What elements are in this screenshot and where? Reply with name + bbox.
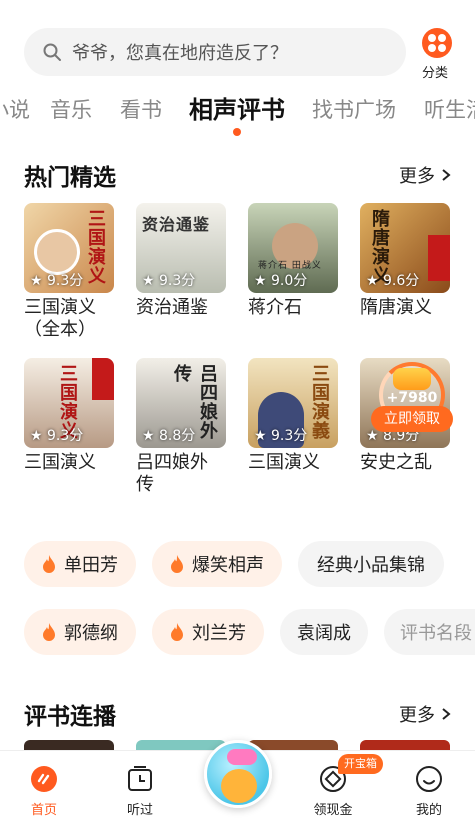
nav-label: 首页 xyxy=(30,803,57,818)
tag-label: 单田芳 xyxy=(64,555,118,576)
book-card[interactable]: 三国演义 ★ 9.3分 三国演义 xyxy=(24,358,116,474)
cover-title: 资治通鉴 xyxy=(142,215,211,234)
tag-chip[interactable]: 郭德纲 xyxy=(24,609,136,655)
tag-chip[interactable]: 爆笑相声 xyxy=(152,541,282,587)
book-card[interactable]: 资治通鉴 ★ 9.3分 资治通鉴 xyxy=(136,203,228,319)
rating-value: 9.3分 xyxy=(271,428,308,444)
search-placeholder: 爷爷，您真在地府造反了？ xyxy=(72,43,288,64)
book-title: 安史之乱 xyxy=(360,452,432,473)
rating: ★ 9.3分 xyxy=(142,273,196,289)
book-cover: 三国演義 ★ 9.3分 xyxy=(248,358,338,448)
cover-title: 三国演义 xyxy=(85,209,106,285)
treasure-chest-icon xyxy=(393,368,431,390)
rating-value: 9.3分 xyxy=(47,273,84,289)
tag-label: 郭德纲 xyxy=(64,623,118,644)
tab-reading[interactable]: 看书 xyxy=(120,94,162,124)
flame-icon xyxy=(43,623,55,641)
reward-bubble[interactable]: +7980 立即领取 xyxy=(371,362,453,440)
tag-chip[interactable]: 经典小品集锦 xyxy=(298,541,444,587)
search-bar[interactable]: 爷爷，您真在地府造反了？ xyxy=(24,28,406,76)
book-title: 蒋介石 xyxy=(248,297,302,318)
tag-label: 袁阔成 xyxy=(297,623,351,644)
tab-life[interactable]: 听生活 xyxy=(424,94,475,124)
book-cover: 资治通鉴 ★ 9.3分 xyxy=(136,203,226,293)
category-grid-icon xyxy=(422,28,452,58)
flame-icon xyxy=(171,555,183,573)
flame-icon xyxy=(43,555,55,573)
tag-label: 经典小品集锦 xyxy=(317,555,425,576)
rating-value: 9.6分 xyxy=(383,273,420,289)
reward-amount: +7980 xyxy=(386,390,438,406)
rating: ★ 9.3分 xyxy=(30,428,84,444)
more-label: 更多 xyxy=(399,705,435,726)
nav-home[interactable]: 首页 xyxy=(14,765,74,818)
tab-book-plaza[interactable]: 找书广场 xyxy=(312,94,396,124)
rating: ★ 9.6分 xyxy=(366,273,420,289)
history-clock-icon xyxy=(128,766,152,791)
rating: ★ 9.0分 xyxy=(254,273,308,289)
nav-listened[interactable]: 听过 xyxy=(110,765,170,818)
book-card[interactable]: 三国演义 ★ 9.3分 三国演义 （全本） xyxy=(24,203,116,341)
rating: ★ 9.3分 xyxy=(30,273,84,289)
book-card[interactable]: 三国演義 ★ 9.3分 三国演义 xyxy=(248,358,340,474)
search-icon xyxy=(43,43,61,61)
nav-mine[interactable]: 我的 xyxy=(399,765,459,818)
tag-chip[interactable]: 单田芳 xyxy=(24,541,136,587)
nav-label: 听过 xyxy=(126,803,153,818)
book-title: 吕四娘外 传 xyxy=(136,452,208,495)
book-card[interactable]: 隋唐演义 ★ 9.6分 隋唐演义 xyxy=(360,203,452,319)
rating: ★ 8.8分 xyxy=(142,428,196,444)
mascot-logo xyxy=(227,749,257,765)
tag-chip[interactable]: 评书名段 xyxy=(384,609,475,655)
book-cover: 三国演义 ★ 9.3分 xyxy=(24,358,114,448)
book-title: 三国演义 xyxy=(248,452,320,473)
book-title: 隋唐演义 xyxy=(360,297,432,318)
serial-more-link[interactable]: 更多 xyxy=(399,701,453,727)
tag-chip[interactable]: 刘兰芳 xyxy=(152,609,264,655)
mascot-lion-icon xyxy=(221,769,257,803)
tag-label: 爆笑相声 xyxy=(192,555,264,576)
book-cover: 隋唐演义 ★ 9.6分 xyxy=(360,203,450,293)
nav-label: 领现金 xyxy=(313,803,353,818)
cover-title: 三国演義 xyxy=(309,364,330,440)
nav-label: 我的 xyxy=(415,803,442,818)
tag-chip[interactable]: 袁阔成 xyxy=(280,609,368,655)
book-title: 资治通鉴 xyxy=(136,297,208,318)
cover-ribbon xyxy=(428,235,450,281)
flame-icon xyxy=(171,623,183,641)
rating: ★ 9.3分 xyxy=(254,428,308,444)
book-card[interactable]: 吕四娘外传 ★ 8.8分 吕四娘外 传 xyxy=(136,358,228,496)
category-label: 分类 xyxy=(421,66,448,81)
book-cover: 吕四娘外传 ★ 8.8分 xyxy=(136,358,226,448)
tag-label: 刘兰芳 xyxy=(192,623,246,644)
rating-value: 9.0分 xyxy=(271,273,308,289)
book-cover: 三国演义 ★ 9.3分 xyxy=(24,203,114,293)
active-tab-indicator xyxy=(233,128,241,136)
rating-value: 9.3分 xyxy=(159,273,196,289)
tag-label: 评书名段 xyxy=(400,623,472,644)
tab-crosstalk-storytelling[interactable]: 相声评书 xyxy=(189,90,285,125)
book-cover: 蒋介石 田战义 ★ 9.0分 xyxy=(248,203,338,293)
chevron-right-icon xyxy=(442,169,451,181)
claim-reward-button[interactable]: 立即领取 xyxy=(371,406,453,432)
rating-value: 8.8分 xyxy=(159,428,196,444)
cover-ribbon xyxy=(92,358,114,400)
tab-novel[interactable]: 小说 xyxy=(0,94,30,124)
smiley-profile-icon xyxy=(416,766,442,792)
category-button[interactable]: 分类 xyxy=(418,28,456,81)
center-mascot-button[interactable] xyxy=(204,740,272,808)
book-title: 三国演义 xyxy=(24,452,96,473)
serial-section-title: 评书连播 xyxy=(24,704,116,730)
tab-music[interactable]: 音乐 xyxy=(50,94,92,124)
hot-more-link[interactable]: 更多 xyxy=(399,162,453,188)
hot-section-title: 热门精选 xyxy=(24,165,116,191)
chevron-right-icon xyxy=(442,708,451,720)
book-card[interactable]: 蒋介石 田战义 ★ 9.0分 蒋介石 xyxy=(248,203,340,319)
rating-value: 9.3分 xyxy=(47,428,84,444)
narrator-portrait xyxy=(34,229,80,275)
treasure-badge: 开宝箱 xyxy=(338,754,383,774)
book-title: 三国演义 （全本） xyxy=(24,297,96,340)
more-label: 更多 xyxy=(399,166,435,187)
home-icon xyxy=(31,766,57,792)
